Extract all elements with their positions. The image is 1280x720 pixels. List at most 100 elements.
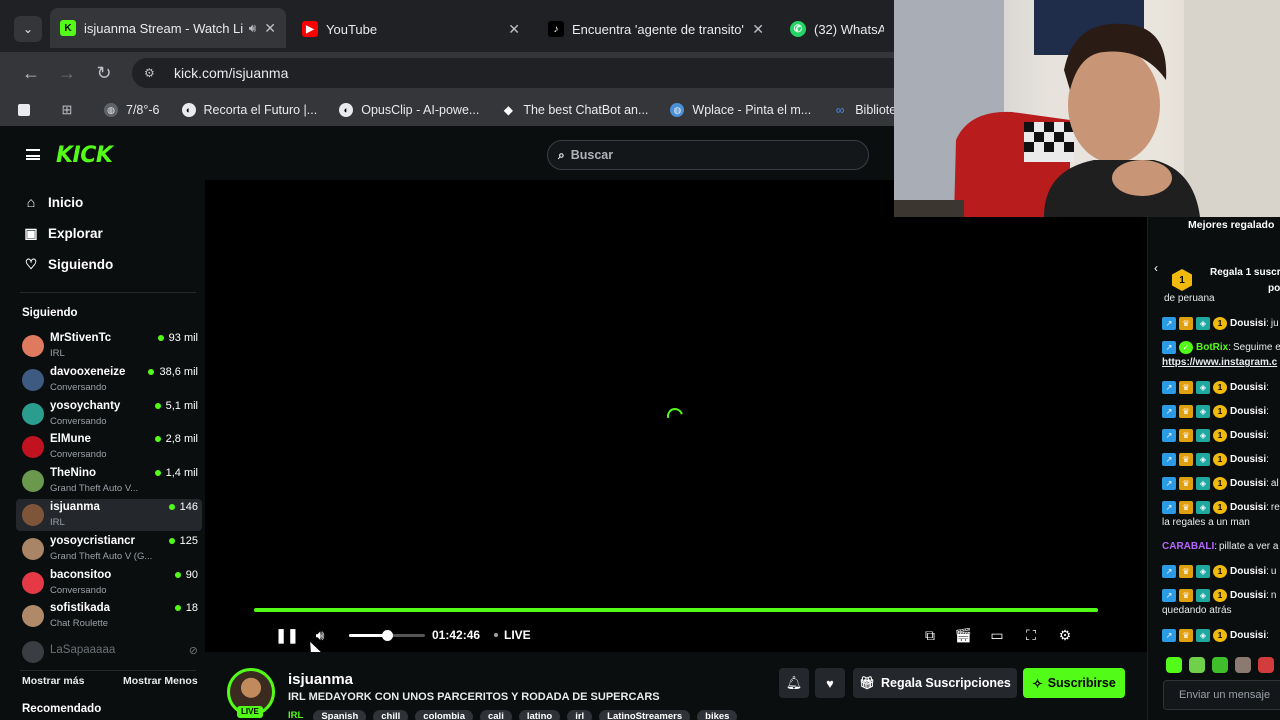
stream-category[interactable]: IRL [288, 710, 303, 720]
tag[interactable]: irl [567, 710, 593, 720]
back-arrow-icon[interactable]: ← [20, 62, 42, 84]
site-settings-icon[interactable]: ⚙ [144, 66, 162, 80]
chat-username[interactable]: Dousisi [1230, 630, 1266, 641]
chat-username[interactable]: Dousisi [1230, 406, 1266, 417]
chat-link[interactable]: https://www.instagram.c [1162, 357, 1277, 368]
following-item[interactable]: isjuanma IRL 146 [16, 499, 202, 531]
live-indicator[interactable]: LIVE [494, 628, 531, 642]
nav-following[interactable]: ♡ Siguiendo [22, 252, 114, 276]
pinned-gifter: ‹ 1 Regala 1 suscr po [1148, 237, 1280, 297]
theater-mode-button[interactable]: ▭ [989, 625, 1005, 645]
following-item[interactable]: MrStivenTc IRL 93 mil [16, 330, 202, 362]
chat-username[interactable]: Dousisi [1230, 502, 1266, 513]
chat-panel: Mejores regalado ‹ 1 Regala 1 suscr po d… [1147, 217, 1280, 720]
following-item[interactable]: davooxeneize Conversando 38,6 mil [16, 364, 202, 396]
chat-username[interactable]: CARABALI [1162, 541, 1214, 552]
chevron-left-icon[interactable]: ‹ [1154, 261, 1158, 275]
bookmark-item[interactable]: ◆ The best ChatBot an... [501, 103, 649, 117]
live-progress-bar[interactable] [254, 608, 1098, 612]
reload-icon[interactable]: ↻ [93, 62, 115, 84]
address-text: kick.com/isjuanma [174, 65, 289, 81]
emote-icon[interactable] [1258, 657, 1274, 673]
emote-icon[interactable] [1189, 657, 1205, 673]
tab-youtube[interactable]: ▶ YouTube ✕ [292, 11, 530, 47]
video-player[interactable]: ❚❚ 🔊︎ 01:42:46 LIVE ⧉ 🎬︎ ▭ ⛶ ⚙ [205, 180, 1147, 652]
square-icon[interactable] [18, 104, 38, 116]
show-more-button[interactable]: Mostrar más [22, 675, 84, 687]
bookmark-item[interactable]: ◍ 7/8°-6 [104, 103, 160, 117]
bookmark-item[interactable]: ◐ Recorta el Futuro |... [181, 103, 317, 117]
tag[interactable]: bikes [697, 710, 738, 720]
nav-browse[interactable]: ▣ Explorar [22, 221, 102, 245]
streamer-name[interactable]: isjuanma [288, 671, 353, 688]
following-item[interactable]: yosoycristiancr Grand Theft Auto V (G... 1… [16, 533, 202, 565]
chat-username[interactable]: Dousisi [1230, 566, 1266, 577]
gift-subs-button[interactable]: 🎁︎ Regala Suscripciones [853, 668, 1017, 698]
tag-list: Spanish chill colombia cali latino irl LatinoS… [313, 710, 744, 720]
tag[interactable]: chill [373, 710, 409, 720]
following-item[interactable]: yosoychanty Conversando 5,1 mil [16, 398, 202, 430]
forward-arrow-icon[interactable]: → [56, 62, 78, 84]
chat-text: de peruana [1164, 293, 1215, 304]
following-item[interactable]: TheNino Grand Theft Auto V... 1,4 mil [16, 465, 202, 497]
apps-grid-icon[interactable]: ⊞ [60, 102, 82, 117]
tab-whatsapp[interactable]: ✆ (32) WhatsApp [780, 11, 894, 47]
tab-kick[interactable]: K isjuanma Stream - Watch Live on Kick 🔊… [50, 8, 286, 48]
menu-icon[interactable] [26, 149, 40, 160]
following-category: Chat Roulette [50, 618, 109, 630]
viewer-count: 38,6 mil [148, 366, 198, 378]
tab-tiktok[interactable]: ♪ Encuentra 'agente de transito' en TikT… [538, 11, 774, 47]
following-item[interactable]: sofistikada Chat Roulette 18 [16, 600, 202, 632]
chat-username[interactable]: Dousisi [1230, 430, 1266, 441]
audio-playing-icon[interactable]: 🔊︎ [249, 21, 257, 36]
tab-search-chevron-icon[interactable]: ⌄ [14, 16, 42, 42]
loading-spinner-icon [664, 405, 686, 427]
tag[interactable]: colombia [415, 710, 473, 720]
chat-username[interactable]: Dousisi [1230, 478, 1266, 489]
emote-icon[interactable] [1166, 657, 1182, 673]
gold-badge-icon: ♛ [1179, 589, 1193, 602]
green-badge-icon: ✓ [1179, 341, 1193, 354]
chat-input[interactable]: Enviar un mensaje [1163, 680, 1280, 710]
chat-username[interactable]: BotRix [1196, 342, 1228, 353]
tag[interactable]: Spanish [313, 710, 367, 720]
bookmark-item[interactable]: ◍ Wplace - Pinta el m... [670, 103, 811, 117]
settings-button[interactable]: ⚙ [1057, 625, 1073, 645]
follow-button[interactable]: ♥ [815, 668, 845, 698]
tag[interactable]: LatinoStreamers [599, 710, 691, 720]
pip-button[interactable]: ⧉ [922, 625, 938, 645]
tab-title: (32) WhatsApp [814, 21, 884, 37]
kick-logo[interactable]: KICK [56, 143, 113, 168]
emote-icon[interactable] [1235, 657, 1251, 673]
sparkle-icon: ✧ [1032, 676, 1043, 691]
kick-favicon-icon: K [60, 20, 76, 36]
tab-close-icon[interactable]: ✕ [752, 21, 764, 38]
search-input[interactable]: ⌕ Buscar [547, 140, 869, 170]
chat-username[interactable]: Dousisi [1230, 318, 1266, 329]
volume-slider[interactable] [349, 630, 425, 641]
pause-button[interactable]: ❚❚ [275, 625, 298, 645]
nav-home[interactable]: ⌂ Inicio [22, 190, 84, 214]
notifications-button[interactable]: 🔔︎ [779, 668, 809, 698]
tab-close-icon[interactable]: ✕ [264, 20, 276, 37]
chat-message: CARABALI: pillate a ver a [1162, 541, 1279, 552]
subscribe-button[interactable]: ✧ Suscribirse [1023, 668, 1125, 698]
globe-icon: ◍ [670, 103, 685, 117]
chat-username[interactable]: Dousisi [1230, 590, 1266, 601]
clip-button[interactable]: 🎬︎ [954, 625, 972, 645]
fullscreen-button[interactable]: ⛶ [1023, 625, 1039, 645]
bookmark-item[interactable]: ◐ OpusClip - AI-powe... [339, 103, 479, 117]
emote-icon[interactable] [1212, 657, 1228, 673]
tag[interactable]: latino [518, 710, 561, 720]
show-less-button[interactable]: Mostrar Menos [123, 675, 198, 687]
volume-knob[interactable] [382, 630, 393, 641]
following-item[interactable]: ElMune Conversando 2,8 mil [16, 431, 202, 463]
gold-badge-icon: ♛ [1179, 317, 1193, 330]
chat-username[interactable]: Dousisi [1230, 454, 1266, 465]
rank-badge: 1 [1172, 269, 1192, 291]
tab-close-icon[interactable]: ✕ [508, 21, 520, 38]
chat-username[interactable]: Dousisi [1230, 382, 1266, 393]
tag[interactable]: cali [479, 710, 512, 720]
following-item[interactable]: baconsitoo Conversando 90 [16, 567, 202, 599]
following-item-offline[interactable]: LaSapaaaaa ⊘ [16, 636, 202, 668]
